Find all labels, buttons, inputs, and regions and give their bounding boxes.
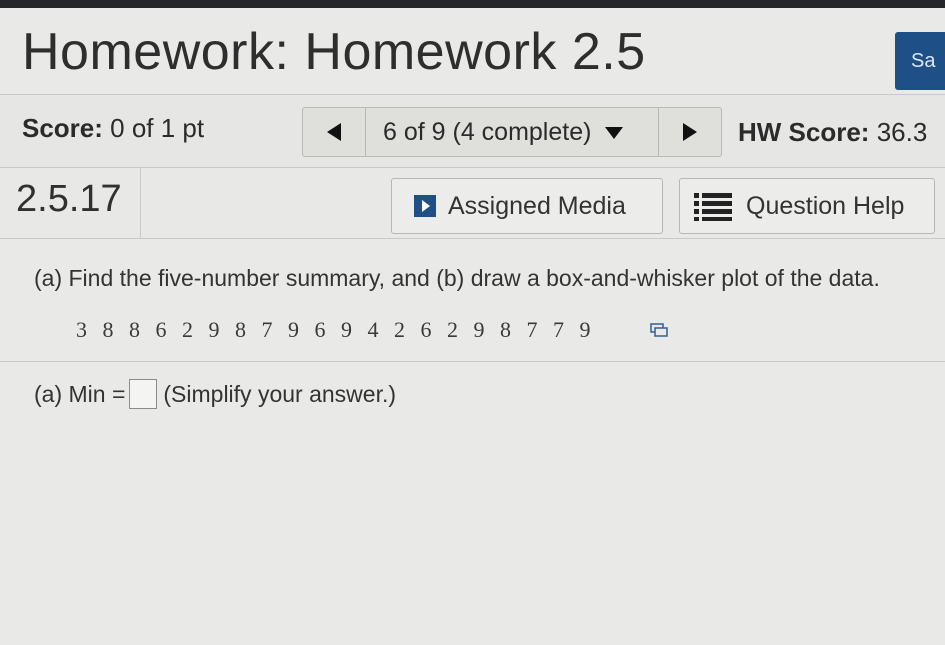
- question-position-dropdown[interactable]: 6 of 9 (4 complete): [383, 118, 624, 147]
- previous-question-button[interactable]: [303, 108, 366, 156]
- next-question-button[interactable]: [658, 108, 721, 156]
- media-play-icon: [414, 195, 436, 217]
- data-values: 3 8 8 6 2 9 8 7 9 6 9 4 2 6 2 9 8 7 7 9: [76, 317, 596, 342]
- assigned-media-button[interactable]: Assigned Media: [391, 178, 663, 234]
- save-button[interactable]: Sa: [895, 32, 945, 90]
- question-toolbar: 2.5.17 Assigned Media Question Help: [0, 168, 945, 239]
- score-label: Score:: [22, 113, 103, 143]
- hw-score-label: HW Score:: [738, 117, 870, 147]
- question-content: (a) Find the five-number summary, and (b…: [0, 239, 945, 645]
- question-number: 2.5.17: [16, 178, 122, 220]
- browser-top-edge: [0, 0, 945, 8]
- assigned-media-label: Assigned Media: [448, 191, 626, 220]
- answer-prefix: (a) Min =: [34, 380, 126, 407]
- triangle-right-icon: [683, 123, 697, 141]
- min-answer-input[interactable]: [129, 379, 158, 409]
- page-title: Homework: Homework 2.5: [22, 23, 646, 81]
- score-bar: Score: 0 of 1 pt 6 of 9 (4 complete) HW …: [0, 95, 945, 168]
- copy-icon[interactable]: [650, 323, 668, 342]
- score-value: 0 of 1 pt: [110, 113, 205, 143]
- triangle-left-icon: [327, 123, 341, 141]
- answer-hint: (Simplify your answer.): [163, 380, 397, 407]
- score-text: Score: 0 of 1 pt: [22, 113, 204, 144]
- question-navigator: 6 of 9 (4 complete): [302, 107, 722, 157]
- hw-score: HW Score: 36.3: [738, 117, 927, 148]
- question-position-label: 6 of 9 (4 complete): [383, 118, 592, 146]
- list-icon: [694, 191, 734, 221]
- question-help-label: Question Help: [746, 191, 905, 220]
- question-number-box: 2.5.17: [0, 168, 141, 238]
- hw-score-value: 36.3: [876, 117, 928, 147]
- question-prompt: (a) Find the five-number summary, and (b…: [34, 265, 880, 291]
- page-header: Homework: Homework 2.5 Sa: [0, 8, 945, 95]
- question-help-button[interactable]: Question Help: [679, 178, 935, 234]
- section-divider: [0, 361, 945, 362]
- caret-down-icon: [605, 127, 624, 140]
- answer-row: (a) Min = (Simplify your answer.): [34, 379, 396, 409]
